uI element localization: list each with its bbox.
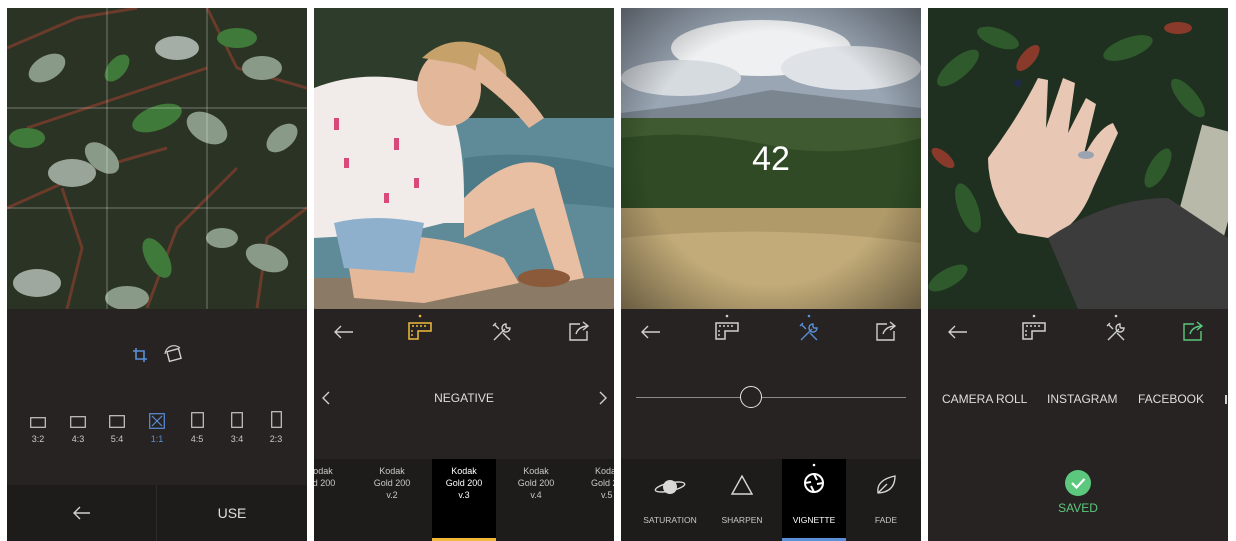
aspect-ratio-label: 2:3 — [269, 434, 283, 444]
aspect-ratio-label: 1:1 — [150, 434, 164, 444]
arrow-left-icon[interactable] — [948, 325, 968, 339]
aspect-ratio-label: 3:4 — [230, 434, 244, 444]
hand-photo — [928, 8, 1228, 309]
film-item-line: ld 200 — [314, 478, 336, 488]
portrait-photo — [314, 8, 614, 309]
chevron-left-icon[interactable] — [322, 391, 330, 405]
film-item[interactable]: Kodak Gold 200 v.4 — [503, 459, 569, 541]
share-target-facebook[interactable]: FACEBOOK — [1138, 392, 1218, 406]
tool-saturation[interactable]: SATURATION — [635, 459, 705, 541]
film-icon[interactable] — [1022, 313, 1046, 341]
rotate-icon[interactable] — [163, 345, 185, 365]
film-item[interactable]: Kodak Gold 200 v.2 — [359, 459, 425, 541]
adjust-value-readout: 42 — [752, 140, 790, 178]
tool-sharpen[interactable]: SHARPEN — [707, 459, 777, 541]
checkmark-icon — [1065, 470, 1091, 496]
film-item-line: v.4 — [530, 490, 542, 500]
arrow-left-icon[interactable] — [641, 325, 661, 339]
film-item-line: Kodak — [451, 466, 477, 476]
crop-icon[interactable] — [131, 346, 149, 364]
tools-icon[interactable] — [798, 313, 820, 343]
film-item-line: v.5 — [601, 490, 613, 500]
leaf-icon — [877, 475, 896, 494]
film-item-line: Koda — [595, 466, 614, 476]
film-item-line: Gold 200 — [373, 478, 411, 488]
planet-icon — [654, 480, 686, 494]
share-icon[interactable] — [1182, 320, 1204, 342]
back-button[interactable] — [7, 485, 156, 541]
aspect-ratio-label: 4:3 — [71, 434, 85, 444]
aspect-ratio-label: 4:5 — [190, 434, 204, 444]
film-item[interactable]: odak ld 200 — [314, 459, 356, 541]
leaves-photo — [7, 8, 307, 309]
film-item-line: Gold 2 — [591, 478, 614, 488]
tool-label: SHARPEN — [721, 515, 763, 525]
film-strip: odak ld 200 Kodak Gold 200 v.2 Kodak Gol… — [314, 459, 614, 541]
crop-screen: 3:2 4:3 5:4 1:1 4:5 3:4 2:3 USE — [7, 8, 307, 541]
tool-vignette[interactable]: VIGNETTE — [782, 459, 846, 541]
share-screen: CAMERA ROLL INSTAGRAM FACEBOOK SAVED — [928, 8, 1228, 541]
tool-label: VIGNETTE — [792, 515, 836, 525]
adjust-tool-strip: SATURATION SHARPEN VIGNETTE FADE — [621, 459, 921, 541]
film-item[interactable]: Koda Gold 2 v.5 — [587, 459, 614, 541]
film-screen: NEGATIVE odak ld 200 Kodak Gold 200 v.2 … — [314, 8, 614, 541]
tool-label: FADE — [874, 515, 898, 525]
film-item-line: v.2 — [386, 490, 398, 500]
adjust-screen: 42 SATURATION SHARPEN VIGNETTE FADE — [621, 8, 921, 541]
crop-bottom-bar: USE — [7, 485, 307, 541]
film-icon[interactable] — [408, 313, 432, 341]
slider-track — [636, 397, 906, 398]
tool-label: SATURATION — [643, 515, 697, 525]
film-icon[interactable] — [715, 313, 739, 341]
tool-fade[interactable]: FADE — [851, 459, 921, 541]
film-item-line: Gold 200 — [517, 478, 555, 488]
film-item-line: Kodak — [379, 466, 405, 476]
film-item-line: v.3 — [458, 490, 470, 500]
tools-icon[interactable] — [491, 321, 513, 343]
aspect-ratio-label: 3:2 — [31, 434, 45, 444]
chevron-right-icon[interactable] — [599, 391, 607, 405]
share-icon[interactable] — [568, 320, 590, 342]
share-target-overflow — [1225, 395, 1227, 404]
film-item-line: Kodak — [523, 466, 549, 476]
arrow-left-icon — [73, 506, 90, 520]
triangle-icon — [731, 475, 753, 495]
saved-status: SAVED — [1058, 501, 1098, 515]
film-item-line: odak — [314, 466, 333, 476]
share-target-instagram[interactable]: INSTAGRAM — [1047, 392, 1127, 406]
arrow-left-icon[interactable] — [334, 325, 354, 339]
aspect-ratio-label: 5:4 — [110, 434, 124, 444]
use-button[interactable]: USE — [157, 505, 307, 521]
slider-thumb[interactable] — [740, 386, 762, 408]
film-item-line: Gold 200 — [445, 478, 483, 488]
share-target-camera-roll[interactable]: CAMERA ROLL — [942, 392, 1042, 406]
film-item-selected[interactable]: Kodak Gold 200 v.3 — [432, 459, 496, 541]
share-icon[interactable] — [875, 320, 897, 342]
vignette-slider[interactable] — [636, 386, 906, 410]
tools-icon[interactable] — [1105, 313, 1127, 343]
aperture-icon — [804, 463, 824, 493]
film-category-title: NEGATIVE — [434, 391, 494, 405]
